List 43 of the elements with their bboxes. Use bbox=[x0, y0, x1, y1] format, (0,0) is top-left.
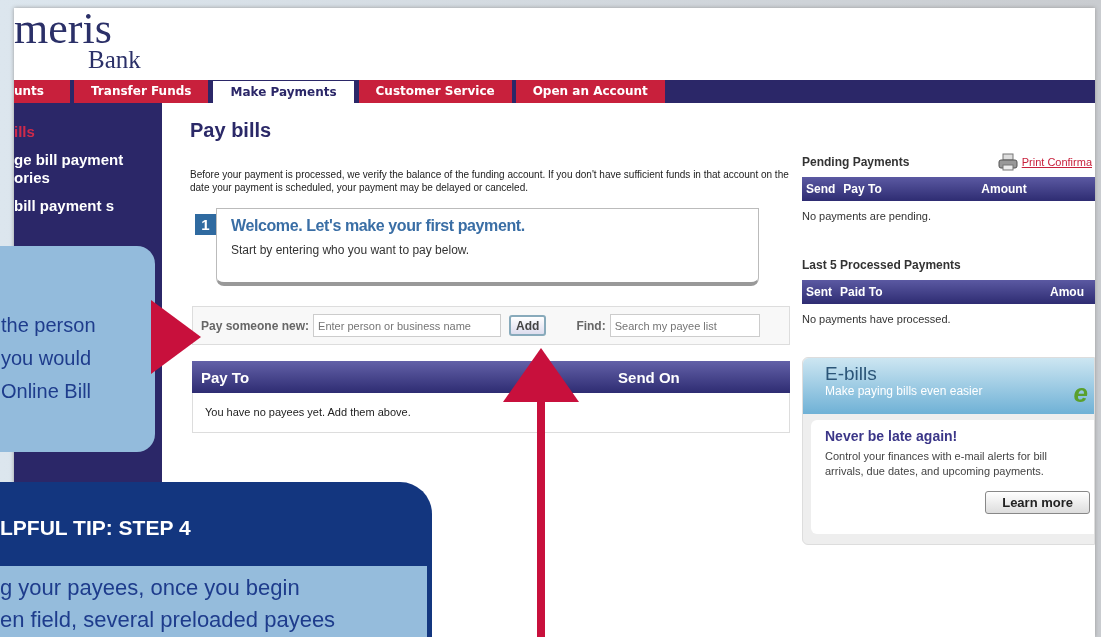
payee-name-field[interactable]: Enter person or business name bbox=[313, 314, 502, 337]
search-field[interactable]: Search my payee list bbox=[609, 314, 760, 337]
learn-more-button[interactable]: Learn more bbox=[985, 491, 1090, 514]
ebills-heading: Never be late again! bbox=[825, 428, 959, 444]
nav-tab[interactable]: Make Payments bbox=[212, 80, 355, 103]
bank-logo-subtitle: Bank bbox=[88, 48, 142, 72]
section-title: Pending Payments bbox=[802, 155, 910, 169]
nav-tab[interactable]: Customer Service bbox=[358, 80, 512, 103]
notice-text: Before your payment is processed, we verify the balance of the funding account. If you don't have sufficient funds in that account on the date your payment is scheduled, your payment may be delayed or canceled. bbox=[190, 168, 790, 194]
column-header: Amou bbox=[1050, 285, 1084, 299]
welcome-text: Start by entering who you want to pay below. bbox=[231, 243, 471, 257]
ebills-text: Control your finances with e-mail alerts for bill arrivals, due dates, and upcoming payments. bbox=[825, 449, 1048, 479]
nav-tab[interactable]: unts bbox=[14, 80, 70, 103]
print-link[interactable]: Print Confirma bbox=[1021, 156, 1092, 168]
column-header: Pay To bbox=[843, 182, 883, 196]
add-button[interactable]: Add bbox=[509, 315, 547, 336]
field-label: Find: bbox=[576, 318, 606, 333]
column-header: Sent bbox=[806, 285, 832, 299]
column-header: Send bbox=[806, 182, 836, 196]
section-title: Last 5 Processed Payments bbox=[802, 258, 961, 272]
tip-text: g your payees, once you begin en field, several preloaded payees bbox=[0, 574, 337, 634]
column-header: Paid To bbox=[840, 285, 884, 299]
sidebar-item[interactable]: ge bill payment ories bbox=[14, 151, 142, 187]
empty-message: No payments are pending. bbox=[802, 210, 933, 222]
empty-message: You have no payees yet. Add them above. bbox=[205, 406, 411, 418]
ebills-title: E-bills bbox=[825, 364, 878, 384]
welcome-heading: Welcome. Let's make your first payment. bbox=[231, 217, 526, 235]
sidebar-item[interactable]: bill payment s bbox=[14, 197, 142, 215]
tip-heading: LPFUL TIP: STEP 4 bbox=[0, 515, 192, 541]
callout-text: the person you would Online Bill bbox=[1, 313, 97, 404]
nav-tab[interactable]: Open an Account bbox=[515, 80, 665, 103]
bank-logo-text: meris bbox=[14, 10, 112, 48]
printer-icon[interactable] bbox=[997, 153, 1018, 171]
nav-tab[interactable]: Transfer Funds bbox=[74, 80, 209, 103]
page-title: Pay bills bbox=[190, 119, 273, 142]
field-label: Pay someone new: bbox=[201, 318, 310, 333]
column-header: Send On bbox=[618, 368, 680, 386]
step-badge: 1 bbox=[195, 214, 216, 235]
column-header: Pay To bbox=[201, 368, 250, 386]
ebills-subtitle: Make paying bills even easier bbox=[825, 384, 983, 398]
ebills-logo: e bbox=[1073, 377, 1089, 410]
column-header: Amount bbox=[981, 182, 1027, 196]
empty-message: No payments have processed. bbox=[802, 313, 952, 325]
